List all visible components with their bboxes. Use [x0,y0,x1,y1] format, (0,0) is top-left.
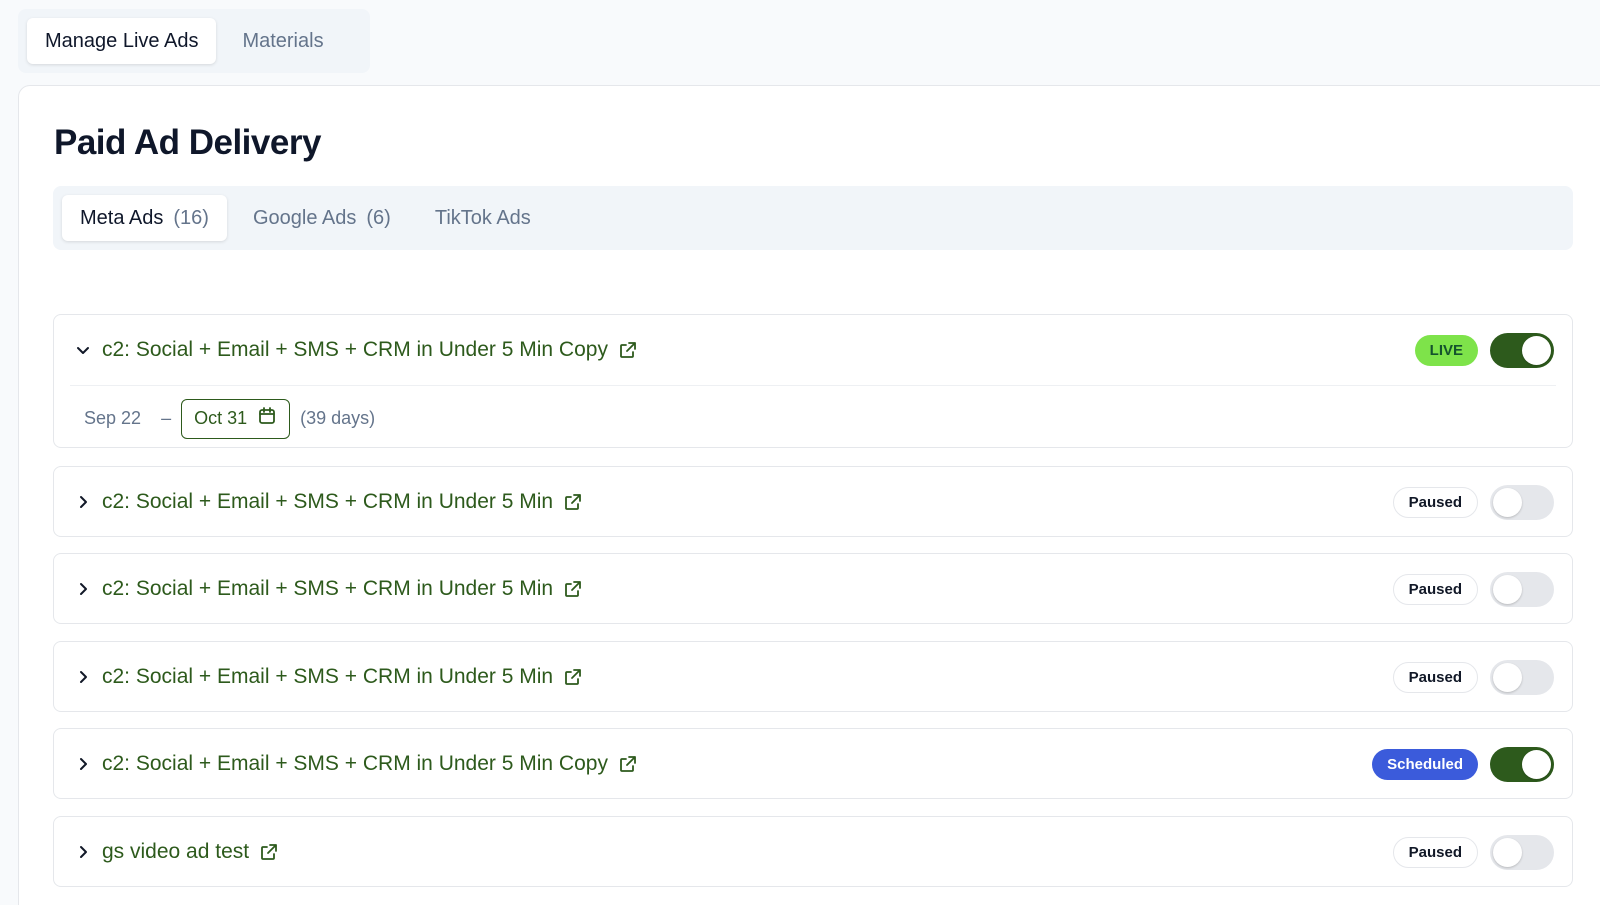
chevron-right-icon[interactable] [74,493,92,511]
ad-toggle[interactable] [1490,484,1554,520]
tab-count: (6) [366,206,391,229]
external-link-icon[interactable] [259,841,281,863]
page-title: Paid Ad Delivery [54,123,321,162]
ad-row: c2: Social + Email + SMS + CRM in Under … [53,641,1573,712]
toggle-knob [1522,335,1551,365]
ad-row: c2: Social + Email + SMS + CRM in Under … [53,314,1573,448]
ad-row-header: c2: Social + Email + SMS + CRM in Under … [54,554,1572,624]
ad-row-header: c2: Social + Email + SMS + CRM in Under … [54,467,1572,537]
ad-row: c2: Social + Email + SMS + CRM in Under … [53,466,1573,537]
tab-manage-live-ads[interactable]: Manage Live Ads [27,18,217,64]
status-badge: Paused [1392,661,1478,693]
toggle-knob [1493,662,1522,692]
ad-row-header: gs video ad test Paused [54,817,1572,887]
ad-row: c2: Social + Email + SMS + CRM in Under … [53,728,1573,799]
chevron-right-icon[interactable] [74,668,92,686]
external-link-icon[interactable] [618,753,640,775]
chevron-right-icon[interactable] [74,843,92,861]
calendar-icon [257,406,277,431]
start-date: Sep 22 [84,408,142,428]
top-tab-bar: Manage Live Ads Materials [18,9,370,73]
ad-name[interactable]: c2: Social + Email + SMS + CRM in Under … [102,338,608,362]
date-separator: – [161,408,172,428]
tab-google-ads[interactable]: Google Ads (6) [235,195,409,241]
tab-label: Google Ads [252,206,357,229]
status-badge: Scheduled [1372,748,1478,780]
schedule-row: Sep 22 – Oct 31 (39 days) [70,385,1556,451]
status-badge: Paused [1392,486,1478,518]
ad-name[interactable]: gs video ad test [102,840,249,864]
toggle-knob [1493,487,1522,517]
ad-toggle[interactable] [1490,332,1554,368]
ad-toggle[interactable] [1490,834,1554,870]
chevron-right-icon[interactable] [74,580,92,598]
tab-label: Meta Ads [80,206,164,229]
status-badge: Paused [1392,573,1478,605]
duration: (39 days) [300,408,376,428]
ad-row-header: c2: Social + Email + SMS + CRM in Under … [54,729,1572,799]
toggle-knob [1522,749,1551,779]
end-date-picker[interactable]: Oct 31 [181,398,291,439]
toggle-knob [1493,574,1522,604]
external-link-icon[interactable] [618,339,640,361]
ad-toggle[interactable] [1490,746,1554,782]
ad-name[interactable]: c2: Social + Email + SMS + CRM in Under … [102,665,553,689]
chevron-right-icon[interactable] [74,755,92,773]
platform-tab-bar: Meta Ads (16) Google Ads (6) TikTok Ads [53,186,1573,250]
ad-toggle[interactable] [1490,571,1554,607]
tab-materials[interactable]: Materials [224,18,341,64]
tab-count: (16) [173,206,209,229]
ad-row-header: c2: Social + Email + SMS + CRM in Under … [54,642,1572,712]
ad-row: c2: Social + Email + SMS + CRM in Under … [53,553,1573,624]
external-link-icon[interactable] [563,666,585,688]
tab-tiktok-ads[interactable]: TikTok Ads [417,195,549,241]
ad-name[interactable]: c2: Social + Email + SMS + CRM in Under … [102,752,608,776]
toggle-knob [1493,837,1522,867]
tab-meta-ads[interactable]: Meta Ads (16) [62,195,227,241]
ad-row-header: c2: Social + Email + SMS + CRM in Under … [54,315,1572,385]
status-badge: Paused [1392,836,1478,868]
end-date: Oct 31 [194,408,248,428]
ad-toggle[interactable] [1490,659,1554,695]
external-link-icon[interactable] [563,578,585,600]
ad-row: gs video ad test Paused [53,816,1573,887]
external-link-icon[interactable] [563,491,585,513]
chevron-down-icon[interactable] [74,341,92,359]
tab-label: TikTok Ads [434,206,531,229]
ad-name[interactable]: c2: Social + Email + SMS + CRM in Under … [102,577,553,601]
status-badge: LIVE [1414,334,1478,366]
ad-name[interactable]: c2: Social + Email + SMS + CRM in Under … [102,490,553,514]
